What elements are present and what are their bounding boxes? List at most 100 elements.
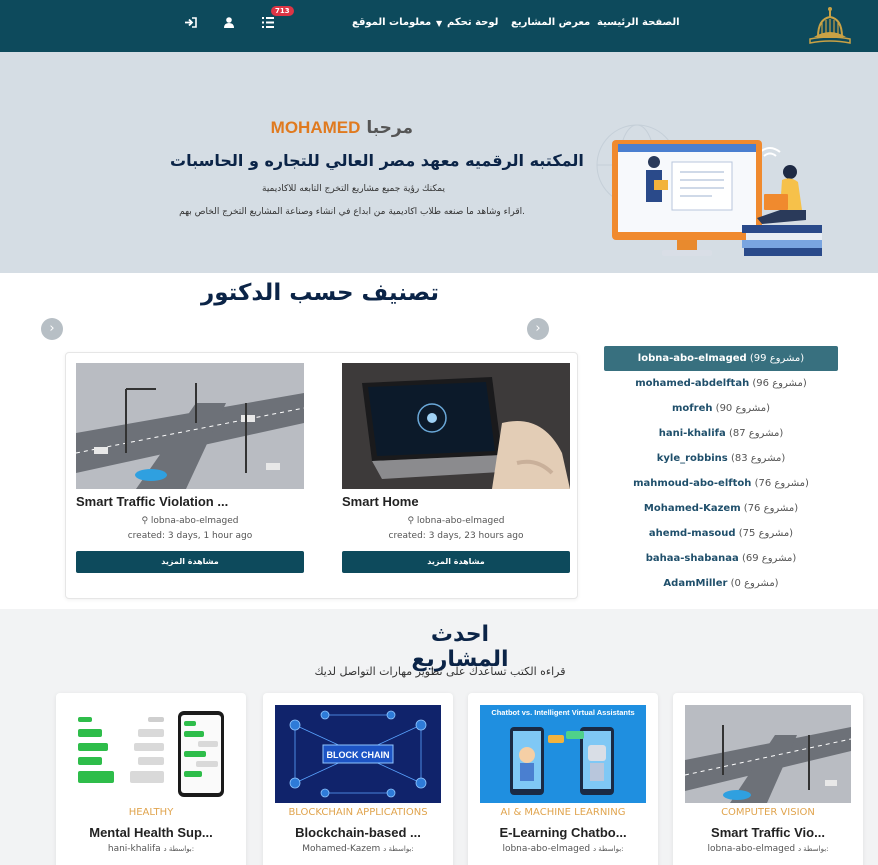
nav-projects-gallery[interactable]: معرض المشاريع bbox=[511, 17, 590, 28]
hero-username: MOHAMED bbox=[270, 118, 361, 137]
hero-subtitle-1: يمكنك رؤية جميع مشاريع التخرج التابعه لل… bbox=[262, 184, 445, 194]
project-image[interactable] bbox=[68, 705, 234, 803]
project-category: COMPUTER VISION bbox=[721, 807, 815, 818]
project-created: created: 3 days, 1 hour ago bbox=[127, 531, 253, 541]
latest-project-card[interactable]: BLOCK CHAIN BLOCKCHAIN APPLICATIONS Bloc… bbox=[263, 693, 453, 865]
hero-title: المكتبه الرقميه معهد مصر العالي للتجاره … bbox=[170, 151, 584, 170]
doctor-count: (0 مشروع) bbox=[730, 578, 779, 589]
project-author: lobna-abo-elmaged بواسطة د: bbox=[468, 844, 658, 854]
project-title[interactable]: Smart Traffic Vio... bbox=[673, 825, 863, 840]
project-author-name: hani-khalifa bbox=[107, 844, 161, 854]
project-category: HEALTHY bbox=[128, 807, 174, 818]
project-author: lobna-abo-elmaged بواسطة د: bbox=[673, 844, 863, 854]
doctor-name: kyle_robbins bbox=[656, 453, 728, 464]
doctor-item[interactable]: kyle_robbins (83 مشروع) bbox=[604, 446, 838, 471]
project-author: hani-khalifa بواسطة د: bbox=[56, 844, 246, 854]
project-author-name: lobna-abo-elmaged bbox=[150, 516, 239, 526]
project-title[interactable]: Smart Traffic Violation ... bbox=[76, 494, 304, 509]
chevron-right-icon: › bbox=[535, 321, 541, 336]
view-more-button[interactable]: مشاهدة المزيد bbox=[342, 551, 570, 573]
user-icon: ⚲ bbox=[141, 516, 151, 526]
user-icon: ⚲ bbox=[407, 516, 417, 526]
doctor-list: lobna-abo-elmaged (99 مشروع) mohamed-abd… bbox=[604, 346, 838, 596]
doctor-count: (99 مشروع) bbox=[749, 353, 805, 364]
doctor-item[interactable]: bahaa-shabanaa (69 مشروع) bbox=[604, 546, 838, 571]
project-image[interactable]: Chatbot vs. Intelligent Virtual Assistan… bbox=[480, 705, 646, 803]
project-author-name: lobna-abo-elmaged bbox=[707, 844, 796, 854]
carousel-next-button[interactable]: › bbox=[41, 318, 63, 340]
logout-icon[interactable] bbox=[185, 17, 197, 28]
image-caption: BLOCK CHAIN bbox=[327, 750, 390, 760]
project-category: AI & MACHINE LEARNING bbox=[500, 807, 626, 818]
navbar: الصفحة الرئيسية معرض المشاريع لوحة تحكم … bbox=[0, 0, 878, 52]
doctor-count: (76 مشروع) bbox=[754, 478, 809, 489]
project-title[interactable]: Smart Home bbox=[342, 494, 570, 509]
project-author: Mohamed-Kazem بواسطة د: bbox=[263, 844, 453, 854]
hero-greeting: MOHAMED مرحبا bbox=[150, 118, 413, 138]
doctor-item[interactable]: mofreh (90 مشروع) bbox=[604, 396, 838, 421]
author-label: بواسطة د: bbox=[383, 845, 414, 853]
latest-project-card[interactable]: HEALTHY Mental Health Sup... hani-khalif… bbox=[56, 693, 246, 865]
hero-subtitle-2: اقراء وشاهد ما صنعه طلاب اكاديمية من ابد… bbox=[179, 207, 525, 217]
project-author: ⚲ lobna-abo-elmaged bbox=[342, 516, 570, 526]
view-more-button[interactable]: مشاهدة المزيد bbox=[76, 551, 304, 573]
doctor-name: mohamed-abdelftah bbox=[635, 378, 750, 389]
project-title[interactable]: Mental Health Sup... bbox=[56, 825, 246, 840]
doctor-name: hani-khalifa bbox=[658, 428, 726, 439]
doctor-count: (87 مشروع) bbox=[728, 428, 784, 439]
hero-illustration bbox=[596, 124, 822, 256]
doctor-count: (96 مشروع) bbox=[752, 378, 807, 389]
project-image[interactable] bbox=[76, 363, 304, 489]
latest-projects-subtitle: قراءه الكتب تساعدك على تطوير مهارات التو… bbox=[314, 665, 566, 678]
doctor-name: lobna-abo-elmaged bbox=[637, 353, 747, 364]
doctor-item[interactable]: AdamMiller (0 مشروع) bbox=[604, 571, 838, 596]
project-title[interactable]: Blockchain-based ... bbox=[263, 825, 453, 840]
nav-site-info[interactable]: معلومات الموقع bbox=[352, 17, 431, 28]
project-card: Smart Traffic Violation ... ⚲ lobna-abo-… bbox=[76, 363, 304, 573]
doctor-count: (76 مشروع) bbox=[743, 503, 799, 514]
carousel-prev-button[interactable]: › bbox=[527, 318, 549, 340]
project-title[interactable]: E-Learning Chatbo... bbox=[468, 825, 658, 840]
user-icon[interactable] bbox=[224, 17, 234, 28]
doctor-item[interactable]: hani-khalifa (87 مشروع) bbox=[604, 421, 838, 446]
project-author-name: lobna-abo-elmaged bbox=[416, 516, 505, 526]
author-label: بواسطة د: bbox=[592, 845, 624, 853]
image-caption: Chatbot vs. Intelligent Virtual Assistan… bbox=[491, 708, 634, 717]
doctor-name: Mohamed-Kazem bbox=[643, 503, 741, 514]
chevron-right-icon: › bbox=[49, 321, 55, 336]
doctor-name: AdamMiller bbox=[663, 578, 728, 589]
author-label: بواسطة د: bbox=[163, 845, 195, 853]
caret-down-icon[interactable]: ▼ bbox=[436, 19, 442, 28]
project-created: created: 3 days, 23 hours ago bbox=[388, 531, 524, 541]
project-author-name: Mohamed-Kazem bbox=[302, 844, 381, 854]
project-image[interactable] bbox=[342, 363, 570, 489]
hero-section: MOHAMED مرحبا المكتبه الرقميه معهد مصر ا… bbox=[0, 52, 878, 273]
doctor-item[interactable]: mohamed-abdelftah (96 مشروع) bbox=[604, 371, 838, 396]
doctor-name: mahmoud-abo-elftoh bbox=[633, 478, 752, 489]
project-author-name: lobna-abo-elmaged bbox=[502, 844, 591, 854]
doctor-item[interactable]: ahemd-masoud (75 مشروع) bbox=[604, 521, 838, 546]
latest-project-card[interactable]: Chatbot vs. Intelligent Virtual Assistan… bbox=[468, 693, 658, 865]
doctor-name: mofreh bbox=[672, 403, 713, 414]
doctor-name: bahaa-shabanaa bbox=[645, 553, 739, 564]
latest-project-card[interactable]: COMPUTER VISION Smart Traffic Vio... lob… bbox=[673, 693, 863, 865]
project-author: ⚲ lobna-abo-elmaged bbox=[76, 516, 304, 526]
doctor-section-title: تصنيف حسب الدكتور bbox=[200, 280, 440, 306]
notification-badge: 713 bbox=[271, 6, 294, 16]
project-category: BLOCKCHAIN APPLICATIONS bbox=[288, 807, 428, 818]
nav-home[interactable]: الصفحة الرئيسية bbox=[597, 17, 680, 28]
doctor-name: ahemd-masoud bbox=[648, 528, 736, 539]
logo-icon[interactable] bbox=[806, 5, 854, 47]
doctor-item[interactable]: mahmoud-abo-elftoh (76 مشروع) bbox=[604, 471, 838, 496]
project-image[interactable] bbox=[685, 705, 851, 803]
doctor-item[interactable]: Mohamed-Kazem (76 مشروع) bbox=[604, 496, 838, 521]
list-icon[interactable] bbox=[262, 17, 274, 28]
doctor-count: (90 مشروع) bbox=[715, 403, 770, 414]
nav-dashboard[interactable]: لوحة تحكم bbox=[447, 17, 498, 28]
doctor-item[interactable]: lobna-abo-elmaged (99 مشروع) bbox=[604, 346, 838, 371]
project-card: Smart Home ⚲ lobna-abo-elmaged created: … bbox=[342, 363, 570, 573]
doctor-count: (69 مشروع) bbox=[741, 553, 797, 564]
project-image[interactable]: BLOCK CHAIN bbox=[275, 705, 441, 803]
doctor-count: (83 مشروع) bbox=[730, 453, 786, 464]
author-label: بواسطة د: bbox=[797, 845, 829, 853]
